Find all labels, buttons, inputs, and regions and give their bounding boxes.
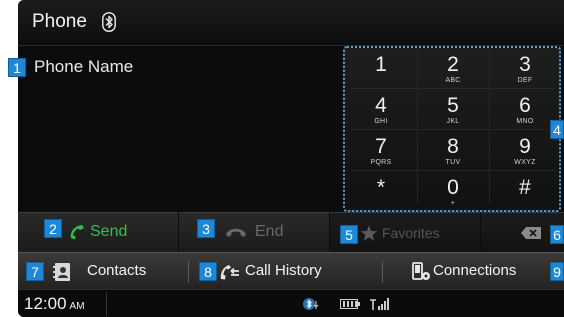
status-divider — [106, 292, 107, 316]
status-bar: 12:00 AM — [18, 289, 564, 317]
callout-badge-9: 9 — [550, 262, 564, 281]
key-7[interactable]: 7 PQRS — [345, 132, 417, 172]
backspace-icon — [521, 227, 541, 239]
callout-badge-6: 6 — [550, 225, 564, 244]
callout-badge-7: 7 — [26, 262, 44, 281]
tab-contacts-label: Contacts — [87, 262, 147, 279]
dial-keypad: 1 2 ABC 3 DEF 4 GHI 5 JKL 6 MNO 7 PQRS 8 TUV 9W… — [343, 46, 561, 212]
call-send-icon — [68, 223, 86, 241]
callout-badge-4: 4 — [550, 120, 564, 139]
send-button[interactable]: Send — [18, 212, 178, 252]
callout-badge-1: 1 — [8, 58, 26, 77]
phone-screen: Phone Phone Name 1 2 ABC 3 DEF 4 GHI 5 JKL 6… — [18, 0, 564, 317]
key-4[interactable]: 4 GHI — [345, 91, 417, 131]
key-5[interactable]: 5 JKL — [417, 91, 489, 131]
clock-time: 12:00 — [24, 294, 67, 313]
key-2[interactable]: 2 ABC — [417, 50, 489, 90]
key-3[interactable]: 3 DEF — [489, 50, 561, 90]
star-icon — [360, 225, 378, 242]
tab-connections-label: Connections — [433, 262, 517, 279]
phone-name-label: Phone Name — [34, 57, 134, 76]
connections-icon — [411, 262, 431, 282]
title-bar: Phone — [18, 0, 564, 46]
key-0[interactable]: 0 + — [417, 173, 489, 213]
bottom-tab-bar: Contacts Call History Connections — [18, 252, 564, 289]
key-star[interactable]: * — [345, 173, 417, 213]
end-label: End — [255, 223, 284, 240]
tab-call-history[interactable]: Call History — [189, 253, 381, 290]
tab-connections[interactable]: Connections — [383, 253, 564, 290]
bluetooth-status-icon — [303, 296, 321, 312]
callout-badge-8: 8 — [199, 262, 217, 281]
contacts-icon — [52, 262, 72, 282]
clock: 12:00 AM — [24, 294, 85, 314]
key-8[interactable]: 8 TUV — [417, 132, 489, 172]
clock-ampm: AM — [69, 301, 85, 312]
key-hash[interactable]: # — [489, 173, 561, 213]
callout-badge-2: 2 — [44, 219, 62, 238]
signal-icon — [370, 296, 390, 310]
send-label: Send — [90, 223, 128, 240]
bluetooth-icon — [102, 12, 116, 32]
key-1[interactable]: 1 — [345, 50, 417, 90]
call-history-icon — [219, 262, 241, 282]
callout-badge-3: 3 — [197, 219, 215, 238]
page-title: Phone — [32, 11, 87, 32]
callout-badge-5: 5 — [340, 225, 358, 244]
battery-icon — [340, 299, 360, 309]
call-end-icon — [225, 226, 247, 238]
tab-call-history-label: Call History — [245, 262, 322, 279]
favorites-label: Favorites — [382, 225, 440, 241]
